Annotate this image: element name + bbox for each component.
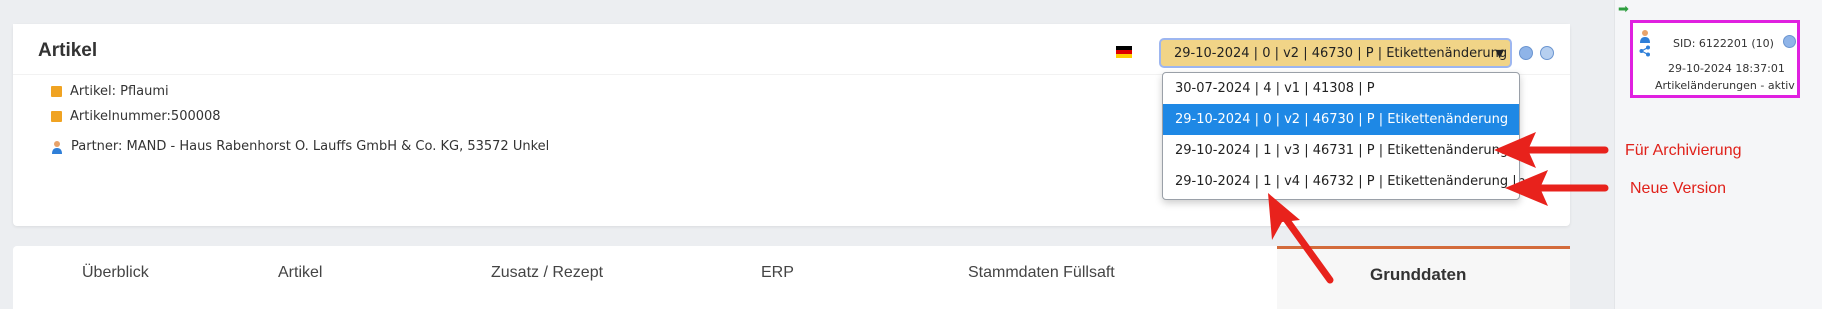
version-select-value: 29-10-2024 | 0 | v2 | 46730 | P | Etiket… [1174, 45, 1508, 61]
tab-erp[interactable]: ERP [761, 264, 794, 282]
green-arrow-icon[interactable]: ➡ [1618, 2, 1629, 17]
chevron-down-icon: ▼ [1495, 47, 1504, 60]
share-icon[interactable] [1639, 45, 1651, 57]
version-option[interactable]: 29-10-2024 | 1 | v4 | 46732 | P | Etiket… [1163, 166, 1519, 197]
person-icon [1640, 30, 1650, 43]
tab-article[interactable]: Artikel [278, 264, 322, 282]
refresh-icon[interactable] [1540, 46, 1554, 60]
partner-row: Partner: MAND - Haus Rabenhorst O. Lauff… [51, 139, 549, 154]
session-status: Artikeländerungen - aktiv [1655, 79, 1795, 92]
annotation-new-version: Neue Version [1630, 180, 1727, 197]
search-version-icon[interactable] [1519, 46, 1533, 60]
annotation-archive: Für Archivierung [1625, 142, 1742, 159]
flag-de-icon[interactable] [1116, 46, 1132, 58]
square-icon [51, 111, 62, 122]
partner-label: Partner: MAND - Haus Rabenhorst O. Lauff… [71, 139, 550, 154]
tab-basic-data[interactable]: Grunddaten [1370, 265, 1466, 285]
article-number-row: Artikelnummer:500008 [51, 109, 221, 124]
tab-master-data-juice[interactable]: Stammdaten Füllsaft [968, 264, 1115, 282]
version-dropdown[interactable]: 30-07-2024 | 4 | v1 | 41308 | P 29-10-20… [1162, 72, 1520, 200]
tab-bar: Überblick Artikel Zusatz / Rezept ERP St… [13, 246, 1570, 309]
card-title: Artikel [38, 40, 98, 61]
tab-additive-recipe[interactable]: Zusatz / Rezept [491, 264, 603, 282]
version-select[interactable]: 29-10-2024 | 0 | v2 | 46730 | P | Etiket… [1159, 38, 1512, 68]
article-number-label: Artikelnummer:500008 [70, 109, 221, 124]
version-option-selected[interactable]: 29-10-2024 | 0 | v2 | 46730 | P | Etiket… [1163, 104, 1519, 135]
tab-overview[interactable]: Überblick [82, 264, 149, 282]
session-datetime: 29-10-2024 18:37:01 [1668, 62, 1785, 75]
session-box: SID: 6122201 (10) 29-10-2024 18:37:01 Ar… [1630, 20, 1800, 98]
session-id: SID: 6122201 (10) [1673, 37, 1774, 50]
info-icon[interactable] [1783, 35, 1796, 48]
square-icon [51, 86, 62, 97]
version-option[interactable]: 29-10-2024 | 1 | v3 | 46731 | P | Etiket… [1163, 135, 1519, 166]
article-name-row: Artikel: Pflaumi [51, 84, 169, 99]
version-option[interactable]: 30-07-2024 | 4 | v1 | 41308 | P [1163, 73, 1519, 104]
article-name-label: Artikel: Pflaumi [70, 84, 169, 99]
person-icon [52, 140, 62, 154]
